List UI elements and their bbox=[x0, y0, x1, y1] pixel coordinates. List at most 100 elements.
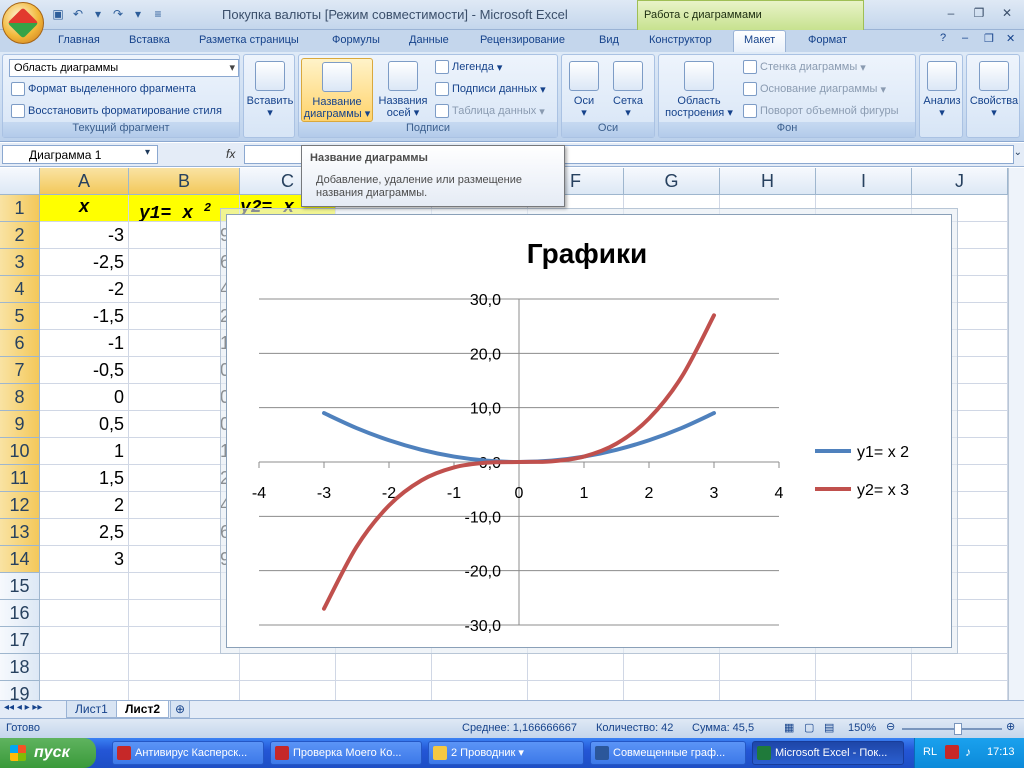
cell[interactable]: 1,5 bbox=[40, 465, 129, 492]
minimize-ribbon-icon[interactable]: – bbox=[962, 32, 968, 44]
redo-icon[interactable]: ↷ bbox=[110, 6, 126, 22]
row-header[interactable]: 13 bbox=[0, 519, 40, 546]
restore-icon[interactable]: ❐ bbox=[966, 4, 992, 22]
language-indicator[interactable]: RL bbox=[923, 746, 937, 758]
cell[interactable]: 3 bbox=[40, 546, 129, 573]
chart-title[interactable]: Графики bbox=[527, 238, 647, 269]
axis-titles-button[interactable]: Названия осей ▾ bbox=[373, 58, 433, 122]
column-header-h[interactable]: H bbox=[720, 168, 816, 195]
customize-qat-icon[interactable]: ≡ bbox=[150, 6, 166, 22]
help-icon[interactable]: ? bbox=[940, 32, 946, 44]
cell[interactable] bbox=[40, 600, 129, 627]
page-break-view-icon[interactable]: ▤ bbox=[824, 721, 834, 734]
page-layout-view-icon[interactable]: ▢ bbox=[804, 721, 814, 734]
gridlines-button[interactable]: Сетка ▾ bbox=[600, 58, 656, 122]
column-header-g[interactable]: G bbox=[624, 168, 720, 195]
cell[interactable]: x bbox=[40, 195, 129, 222]
cell[interactable] bbox=[528, 654, 624, 681]
row-header[interactable]: 6 bbox=[0, 330, 40, 357]
data-table-button[interactable]: Таблица данных ▾ bbox=[435, 104, 545, 118]
taskbar-item-kaspersky[interactable]: Антивирус Касперск... bbox=[112, 741, 264, 765]
row-header[interactable]: 14 bbox=[0, 546, 40, 573]
data-labels-button[interactable]: Подписи данных ▾ bbox=[435, 82, 546, 96]
start-button[interactable]: пуск bbox=[0, 738, 96, 768]
row-header[interactable]: 15 bbox=[0, 573, 40, 600]
cell[interactable]: -0,5 bbox=[40, 357, 129, 384]
row-header[interactable]: 5 bbox=[0, 303, 40, 330]
chart-title-button[interactable]: Название диаграммы ▾ bbox=[301, 58, 373, 122]
chart-floor-button[interactable]: Основание диаграммы ▾ bbox=[743, 82, 886, 96]
3d-rotation-button[interactable]: Поворот объемной фигуры bbox=[743, 104, 899, 118]
row-header[interactable]: 17 bbox=[0, 627, 40, 654]
cell[interactable]: -3 bbox=[40, 222, 129, 249]
tab-home[interactable]: Главная bbox=[58, 34, 100, 46]
row-header[interactable]: 3 bbox=[0, 249, 40, 276]
chart-wall-button[interactable]: Стенка диаграммы ▾ bbox=[743, 60, 866, 74]
cell[interactable] bbox=[40, 654, 129, 681]
row-header[interactable]: 10 bbox=[0, 438, 40, 465]
name-box-dropdown-icon[interactable]: ▾ bbox=[145, 147, 150, 158]
cell[interactable]: -2 bbox=[40, 276, 129, 303]
cell[interactable] bbox=[912, 654, 1008, 681]
office-button[interactable] bbox=[2, 2, 44, 44]
row-header[interactable]: 16 bbox=[0, 600, 40, 627]
kaspersky-tray-icon[interactable] bbox=[945, 745, 959, 759]
cell[interactable] bbox=[240, 654, 336, 681]
cell[interactable]: 0 bbox=[40, 384, 129, 411]
expand-formula-bar-icon[interactable]: ⌄ bbox=[1014, 147, 1022, 158]
taskbar-item-excel[interactable]: Microsoft Excel - Пок... bbox=[752, 741, 904, 765]
row-header[interactable]: 12 bbox=[0, 492, 40, 519]
cell[interactable]: 2 bbox=[40, 492, 129, 519]
cell[interactable]: 2,5 bbox=[40, 519, 129, 546]
dropdown-icon[interactable]: ▾ bbox=[130, 6, 146, 22]
tab-format[interactable]: Формат bbox=[808, 34, 847, 46]
normal-view-icon[interactable]: ▦ bbox=[784, 721, 794, 734]
insert-function-icon[interactable]: fx bbox=[226, 147, 235, 161]
cell[interactable] bbox=[720, 654, 816, 681]
chart-elements-selector[interactable]: Область диаграммы bbox=[9, 59, 239, 77]
column-header-i[interactable]: I bbox=[816, 168, 912, 195]
zoom-level[interactable]: 150% bbox=[848, 722, 876, 734]
close-workbook-icon[interactable]: ✕ bbox=[1006, 32, 1015, 45]
row-header[interactable]: 2 bbox=[0, 222, 40, 249]
undo-icon[interactable]: ↶ bbox=[70, 6, 86, 22]
restore-workbook-icon[interactable]: ❐ bbox=[984, 32, 994, 45]
legend-button[interactable]: Легенда ▾ bbox=[435, 60, 502, 74]
minimize-icon[interactable]: – bbox=[938, 4, 964, 22]
chart[interactable]: Графики 30,0 20,0 10,0 0,0 -10,0 -20,0 -30,0 -4-… bbox=[226, 214, 952, 648]
taskbar-item-explorer[interactable]: 2 Проводник ▾ bbox=[428, 741, 584, 765]
cell[interactable] bbox=[624, 654, 720, 681]
taskbar-item-check[interactable]: Проверка Моего Ко... bbox=[270, 741, 422, 765]
zoom-in-icon[interactable]: ⊕ bbox=[1006, 720, 1015, 733]
cell[interactable]: 0,5 bbox=[40, 411, 129, 438]
tab-insert[interactable]: Вставка bbox=[129, 34, 170, 46]
properties-button[interactable]: Свойства ▾ bbox=[960, 58, 1024, 122]
select-all-corner[interactable] bbox=[0, 168, 40, 195]
sheet-tab-list2[interactable]: Лист2 bbox=[116, 701, 170, 718]
close-icon[interactable]: ✕ bbox=[994, 4, 1020, 22]
cell[interactable] bbox=[40, 627, 129, 654]
zoom-out-icon[interactable]: ⊖ bbox=[886, 720, 895, 733]
vertical-scrollbar[interactable] bbox=[1008, 168, 1024, 700]
row-header[interactable]: 11 bbox=[0, 465, 40, 492]
zoom-slider[interactable] bbox=[902, 728, 1002, 730]
tab-formulas[interactable]: Формулы bbox=[332, 34, 380, 46]
cell[interactable] bbox=[40, 573, 129, 600]
column-header-a[interactable]: A bbox=[40, 168, 129, 195]
dropdown-icon[interactable]: ▾ bbox=[90, 6, 106, 22]
reset-style-button[interactable]: Восстановить форматирование стиля bbox=[11, 104, 222, 118]
cell[interactable] bbox=[816, 654, 912, 681]
save-icon[interactable]: ▣ bbox=[50, 6, 66, 22]
cell[interactable]: 1 bbox=[40, 438, 129, 465]
tab-design[interactable]: Конструктор bbox=[649, 34, 712, 46]
tab-review[interactable]: Рецензирование bbox=[480, 34, 565, 46]
cell[interactable]: -2,5 bbox=[40, 249, 129, 276]
name-box[interactable]: Диаграмма 1 bbox=[2, 145, 158, 164]
row-header[interactable]: 8 bbox=[0, 384, 40, 411]
insert-sheet-icon[interactable]: ⊕ bbox=[170, 701, 191, 718]
row-header[interactable]: 4 bbox=[0, 276, 40, 303]
cell[interactable] bbox=[432, 654, 528, 681]
volume-icon[interactable]: ♪ bbox=[965, 745, 971, 759]
tab-layout[interactable]: Макет bbox=[733, 30, 787, 52]
column-header-j[interactable]: J bbox=[912, 168, 1008, 195]
